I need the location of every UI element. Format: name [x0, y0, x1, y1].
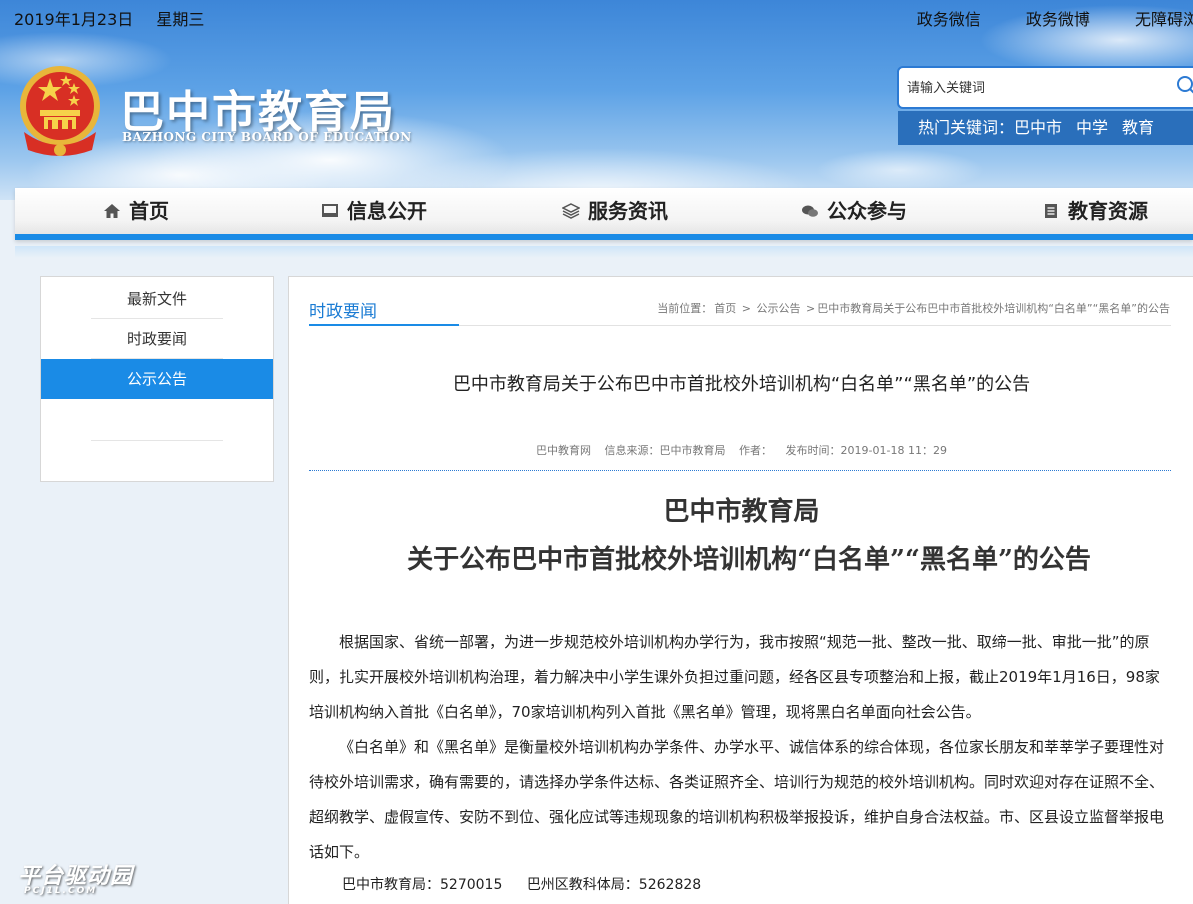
nav-label: 公众参与	[827, 199, 907, 223]
section-tab[interactable]: 时政要闻	[309, 297, 377, 322]
breadcrumb: 当前位置： 首页 > 公示公告 > 巴中市教育局关于公布巴中市首批校外培训机构“白名…	[656, 300, 1171, 316]
home-icon	[104, 204, 120, 218]
breadcrumb-current: 巴中市教育局关于公布巴中市首批校外培训机构“白名单”“黑名单”的公告	[817, 302, 1170, 315]
hot-keywords-label: 热门关键词：	[918, 118, 1015, 137]
breadcrumb-prefix: 当前位置：	[657, 302, 713, 315]
top-links: 政务微信 政务微博 无障碍浏	[877, 6, 1193, 30]
link-wechat[interactable]: 政务微信	[917, 10, 981, 29]
article-title: 巴中市教育局关于公布巴中市首批校外培训机构“白名单”“黑名单”的公告	[452, 374, 1031, 395]
chat-icon	[802, 205, 818, 217]
nav-item-participation[interactable]: 公众参与	[801, 188, 907, 234]
sidebar-item-announcements[interactable]: 公示公告	[41, 359, 273, 399]
article-paragraph: 根据国家、省统一部署，为进一步规范校外培训机构办学行为，我市按照“规范一批、整改…	[309, 633, 1160, 721]
breadcrumb-separator: >	[805, 302, 816, 315]
sidebar-item-label: 时政要闻	[126, 330, 187, 348]
hot-keyword[interactable]: 教育	[1122, 118, 1154, 137]
sidebar-item-label: 公示公告	[126, 370, 187, 388]
nav-label: 服务资讯	[588, 199, 668, 223]
hot-keyword[interactable]: 中学	[1076, 118, 1108, 137]
sidebar-item-label: 最新文件	[126, 290, 187, 308]
monitor-icon	[322, 204, 338, 217]
nav-item-home[interactable]: 首页	[103, 188, 169, 234]
link-accessibility[interactable]: 无障碍浏	[1135, 10, 1193, 29]
article-meta: 巴中教育网 信息来源：巴中市教育局 作者： 发布时间：2019-01-18 11…	[289, 442, 1193, 458]
national-emblem-icon	[20, 66, 100, 156]
sidebar-item-empty	[41, 401, 273, 441]
document-heading-issuer: 巴中市教育局	[663, 497, 820, 527]
meta-site: 巴中教育网	[536, 444, 592, 457]
current-weekday: 星期三	[156, 10, 205, 29]
article-body: 根据国家、省统一部署，为进一步规范校外培训机构办学行为，我市按照“规范一批、整改…	[309, 625, 1171, 870]
topbar-date: 2019年1月23日 星期三	[14, 6, 222, 30]
breadcrumb-link[interactable]: 首页	[714, 302, 736, 315]
sidebar-item-latest-files[interactable]: 最新文件	[41, 279, 273, 319]
current-date: 2019年1月23日	[14, 10, 134, 29]
contact-list: 巴中市教育局：5270015 巴州区教科体局：5262828	[342, 874, 721, 894]
article-panel: 时政要闻 当前位置： 首页 > 公示公告 > 巴中市教育局关于公布巴中市首批校外培训…	[288, 276, 1193, 904]
nav-label: 教育资源	[1068, 199, 1148, 223]
site-subtitle: BAZHONG CITY BOARD OF EDUCATION	[122, 130, 412, 144]
search-input[interactable]	[907, 78, 1157, 98]
dotted-divider	[309, 470, 1171, 471]
contact-item: 巴州区教科体局：5262828	[526, 877, 702, 893]
breadcrumb-separator: >	[741, 302, 751, 315]
breadcrumb-link[interactable]: 公示公告	[756, 302, 800, 315]
hot-keywords-bar: 热门关键词：巴中市 中学 教育	[898, 111, 1193, 145]
article-paragraph: 《白名单》和《黑名单》是衡量校外培训机构办学条件、办学水平、诚信体系的综合体现，…	[309, 738, 1165, 861]
header-banner: 2019年1月23日 星期三 政务微信 政务微博 无障碍浏 巴中市教育局 BAZ…	[0, 0, 1193, 200]
meta-published: 发布时间：2019-01-18 11：29	[785, 444, 947, 457]
meta-source: 信息来源：巴中市教育局	[604, 444, 726, 457]
hot-keyword[interactable]: 巴中市	[1014, 118, 1062, 137]
link-weibo[interactable]: 政务微博	[1026, 10, 1090, 29]
nav-item-resources[interactable]: 教育资源	[1042, 188, 1148, 234]
sidebar-item-news[interactable]: 时政要闻	[41, 319, 273, 359]
nav-label: 首页	[129, 199, 169, 223]
nav-item-services[interactable]: 服务资讯	[562, 188, 668, 234]
layers-icon	[562, 203, 580, 219]
divider	[91, 440, 223, 441]
tab-underline	[309, 324, 459, 326]
nav-label: 信息公开	[347, 199, 427, 223]
sidebar: 最新文件 时政要闻 公示公告	[40, 276, 274, 482]
watermark: 平台驱动园 PCJ1L.COM	[18, 858, 133, 896]
search-icon[interactable]	[1175, 74, 1193, 96]
nav-shadow	[15, 246, 1193, 258]
main-nav: 首页 信息公开 服务资讯 公众参与 教育资源	[15, 188, 1193, 240]
document-icon	[1045, 204, 1057, 218]
meta-author: 作者：	[739, 444, 773, 457]
nav-item-info[interactable]: 信息公开	[321, 188, 427, 234]
search-box	[897, 66, 1193, 109]
contact-item: 巴中市教育局：5270015	[342, 877, 503, 893]
document-heading-title: 关于公布巴中市首批校外培训机构“白名单”“黑名单”的公告	[407, 545, 1091, 575]
